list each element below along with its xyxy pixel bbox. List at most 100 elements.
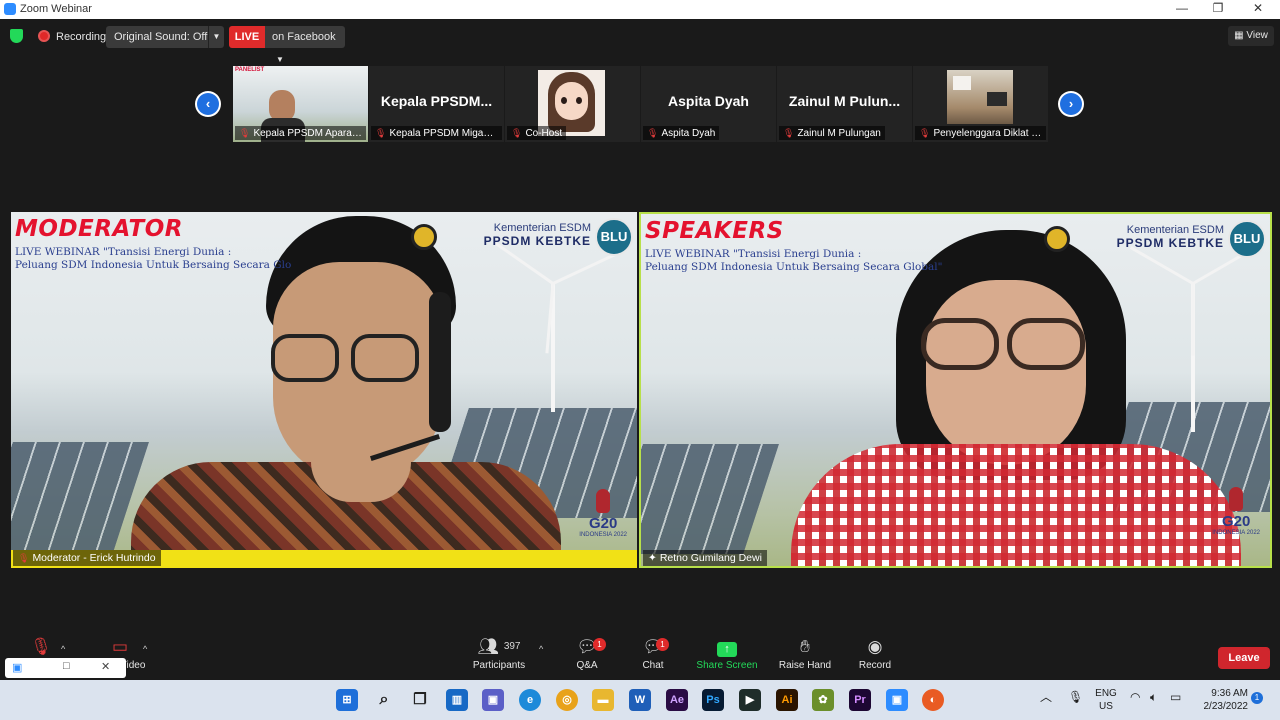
- wifi-icon[interactable]: ◠: [1130, 691, 1140, 704]
- chrome-icon[interactable]: ◎: [556, 689, 578, 711]
- zoom-mini-icon: ▣: [12, 662, 23, 674]
- panelist-overlay: PANELIST: [235, 67, 265, 73]
- premiere-icon[interactable]: Pr: [849, 689, 871, 711]
- audio-options-caret[interactable]: ^: [61, 644, 65, 654]
- window-title-bar: Zoom Webinar — ❐ ✕: [0, 0, 1280, 19]
- minimize-button[interactable]: —: [1172, 1, 1192, 15]
- microphone-tray-icon[interactable]: 🎙︎: [1068, 691, 1083, 704]
- pin-icon: ✦: [648, 552, 657, 564]
- file-explorer-icon[interactable]: ▬: [592, 689, 614, 711]
- qa-label: Q&A: [576, 660, 598, 671]
- original-sound-button[interactable]: Original Sound: Off ▼: [106, 26, 224, 48]
- raise-hand-label: Raise Hand: [778, 660, 832, 671]
- participants-count: 397: [503, 641, 521, 652]
- recording-label: Recording: [56, 31, 107, 43]
- close-button[interactable]: ✕: [1248, 1, 1268, 15]
- hand-icon: ✋︎: [800, 637, 810, 656]
- video-off-icon: ▭: [111, 637, 129, 656]
- record-button[interactable]: ◉ Record: [856, 636, 894, 671]
- volume-icon[interactable]: 🔈︎: [1150, 691, 1157, 704]
- moderator-video-tile[interactable]: MODERATOR LIVE WEBINAR "Transisi Energi …: [11, 212, 637, 568]
- search-icon[interactable]: ⌕: [373, 689, 395, 711]
- gallery-thumb-1[interactable]: PANELIST 🎙︎ Kepala PPSDM Aparat...: [233, 66, 368, 142]
- clock-date: 2/23/2022: [1203, 701, 1249, 712]
- thumb-caption: 🎙︎ Kepala PPSDM Aparat...: [235, 126, 366, 140]
- gallery-prev-button[interactable]: ‹: [195, 91, 221, 117]
- maximize-button[interactable]: ❐: [1208, 1, 1228, 15]
- thumb-caption: 🎙︎ Aspita Dyah: [643, 126, 720, 140]
- thumb-name-large: Aspita Dyah: [668, 93, 749, 109]
- task-view-icon[interactable]: ❐: [409, 689, 431, 711]
- participants-button[interactable]: 👥︎ 397 Participants: [470, 636, 528, 671]
- edge-icon[interactable]: e: [519, 689, 541, 711]
- thumb-caption: 🎙︎ Penyelenggara Diklat P...: [915, 126, 1046, 140]
- view-button[interactable]: ▦ View: [1228, 26, 1274, 46]
- chevron-left-icon: ‹: [197, 93, 219, 115]
- thumb-name-large: Kepala PPSDM...: [380, 93, 493, 109]
- g20-logo: G20 INDONESIA 2022: [1212, 487, 1260, 536]
- gallery-next-button[interactable]: ›: [1058, 91, 1084, 117]
- raise-hand-button[interactable]: ✋︎ Raise Hand: [776, 636, 834, 671]
- gallery-thumb-5[interactable]: Zainul M Pulun... 🎙︎ Zainul M Pulungan: [777, 66, 912, 142]
- participants-options-caret[interactable]: ^: [539, 644, 543, 654]
- headset-icon: [429, 292, 451, 432]
- minimized-window-bar[interactable]: ▣ □ ✕: [5, 658, 126, 678]
- live-on-facebook-menu[interactable]: on Facebook ▼: [265, 26, 345, 64]
- org-name-2: PPSDM KEBTKE: [1116, 236, 1224, 250]
- org-logo: Kementerian ESDM PPSDM KEBTKE: [1117, 224, 1224, 250]
- chevron-down-icon: ▼: [276, 55, 284, 64]
- language-indicator[interactable]: ENG US: [1094, 687, 1118, 713]
- live-badge: LIVE: [229, 26, 265, 48]
- recording-icon[interactable]: [38, 30, 50, 42]
- participant-name-tag: ✦ Retno Gumilang Dewi: [643, 550, 767, 566]
- glasses-icon: [921, 318, 999, 370]
- windows-start-icon[interactable]: ⊞: [336, 689, 358, 711]
- room-background: [947, 70, 1013, 124]
- qa-badge: 1: [593, 638, 606, 651]
- grid-icon: ▦: [1234, 30, 1244, 41]
- leave-button[interactable]: Leave: [1218, 647, 1270, 669]
- speaker-video-tile[interactable]: SPEAKERS LIVE WEBINAR "Transisi Energi D…: [639, 212, 1272, 568]
- teams-chat-icon[interactable]: ▣: [482, 689, 504, 711]
- tray-overflow-icon[interactable]: ︿: [1040, 691, 1052, 704]
- checkered-shirt: [791, 444, 1241, 566]
- widgets-icon[interactable]: ▥: [446, 689, 468, 711]
- firefox-icon[interactable]: ◐: [922, 689, 944, 711]
- audio-button[interactable]: 🎙︎: [26, 636, 56, 658]
- chevron-down-icon[interactable]: ▼: [208, 26, 224, 48]
- gallery-thumb-4[interactable]: Aspita Dyah 🎙︎ Aspita Dyah: [641, 66, 776, 142]
- language-code: ENG: [1095, 688, 1117, 699]
- mic-muted-icon: 🎙︎: [30, 637, 52, 656]
- restore-icon[interactable]: □: [63, 660, 70, 672]
- webinar-title-line2: Peluang SDM Indonesia Untuk Bersaing Sec…: [15, 259, 292, 271]
- chat-badge: 1: [656, 638, 669, 651]
- gallery-thumb-2[interactable]: Kepala PPSDM... 🎙︎ Kepala PPSDM Migas -..…: [369, 66, 504, 142]
- mic-muted-icon: 🎙︎: [919, 128, 931, 138]
- webinar-title-line2: Peluang SDM Indonesia Untuk Bersaing Sec…: [645, 261, 943, 273]
- zoom-taskbar-icon[interactable]: ▣: [886, 689, 908, 711]
- thumb-name-large: Zainul M Pulun...: [788, 93, 901, 109]
- window-title: Zoom Webinar: [20, 3, 92, 15]
- esdm-emblem-icon: [411, 224, 437, 250]
- close-icon[interactable]: ✕: [101, 660, 110, 673]
- app-icon[interactable]: ✿: [812, 689, 834, 711]
- webinar-title: LIVE WEBINAR "Transisi Energi Dunia : Pe…: [15, 246, 291, 272]
- illustrator-icon[interactable]: Ai: [776, 689, 798, 711]
- notification-badge[interactable]: 1: [1251, 692, 1263, 704]
- word-icon[interactable]: W: [629, 689, 651, 711]
- video-options-caret[interactable]: ^: [143, 644, 147, 654]
- speaker-face: [926, 280, 1086, 465]
- speakers-banner: SPEAKERS: [645, 218, 784, 244]
- after-effects-icon[interactable]: Ae: [666, 689, 688, 711]
- battery-icon[interactable]: ▭: [1170, 691, 1181, 704]
- gallery-thumb-3[interactable]: 🎙︎ Co-Host: [505, 66, 640, 142]
- security-shield-icon[interactable]: [10, 29, 23, 43]
- gallery-thumb-6[interactable]: 🎙︎ Penyelenggara Diklat P...: [913, 66, 1048, 142]
- moderator-banner: MODERATOR: [15, 216, 184, 242]
- clock[interactable]: 9:36 AM 2/23/2022: [1194, 687, 1249, 713]
- share-screen-button[interactable]: ↑ Share Screen: [694, 636, 760, 671]
- photoshop-icon[interactable]: Ps: [702, 689, 724, 711]
- mic-muted-icon: 🎙︎: [375, 128, 387, 138]
- esdm-emblem-icon: [1044, 226, 1070, 252]
- media-app-icon[interactable]: ▶: [739, 689, 761, 711]
